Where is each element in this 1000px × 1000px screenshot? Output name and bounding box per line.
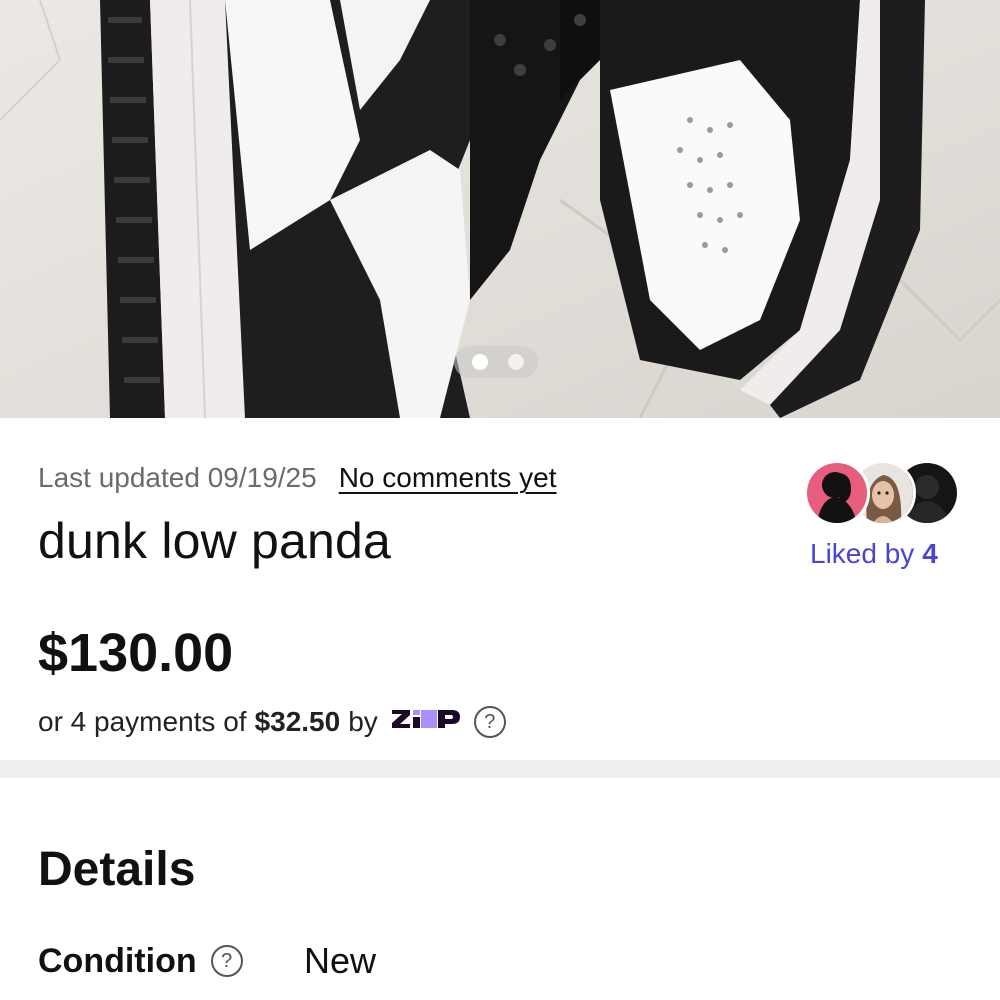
comments-link[interactable]: No comments yet [339,462,557,494]
installment-amount: $32.50 [254,706,341,737]
installments-info: or 4 payments of $32.50 by ? [38,702,506,742]
avatar[interactable] [804,460,870,526]
carousel-dot-2[interactable] [508,354,524,370]
installments-prefix: or 4 payments of [38,706,247,737]
liked-by-link[interactable]: Liked by 4 [810,538,938,570]
last-updated-text: Last updated 09/19/25 [38,462,317,493]
question-circle-icon[interactable]: ? [210,945,243,977]
installments-by: by [348,706,378,737]
zip-logo [390,706,462,738]
condition-row: Condition ? New [38,938,376,984]
question-circle-icon[interactable]: ? [473,706,506,738]
liked-by-label: Liked by [810,538,915,569]
condition-value: New [304,940,377,981]
section-divider [0,760,1000,778]
liker-avatars[interactable] [804,460,960,526]
carousel-dot-1[interactable] [472,354,488,370]
listing-title: dunk low panda [38,513,392,569]
liked-by-count: 4 [922,538,938,569]
product-photo[interactable] [0,0,1000,418]
condition-label: Condition [38,941,197,980]
listing-price: $130.00 [38,623,234,683]
details-heading: Details [38,843,196,896]
carousel-indicator[interactable] [454,346,538,378]
listing-meta: Last updated 09/19/25 No comments yet [38,458,557,498]
